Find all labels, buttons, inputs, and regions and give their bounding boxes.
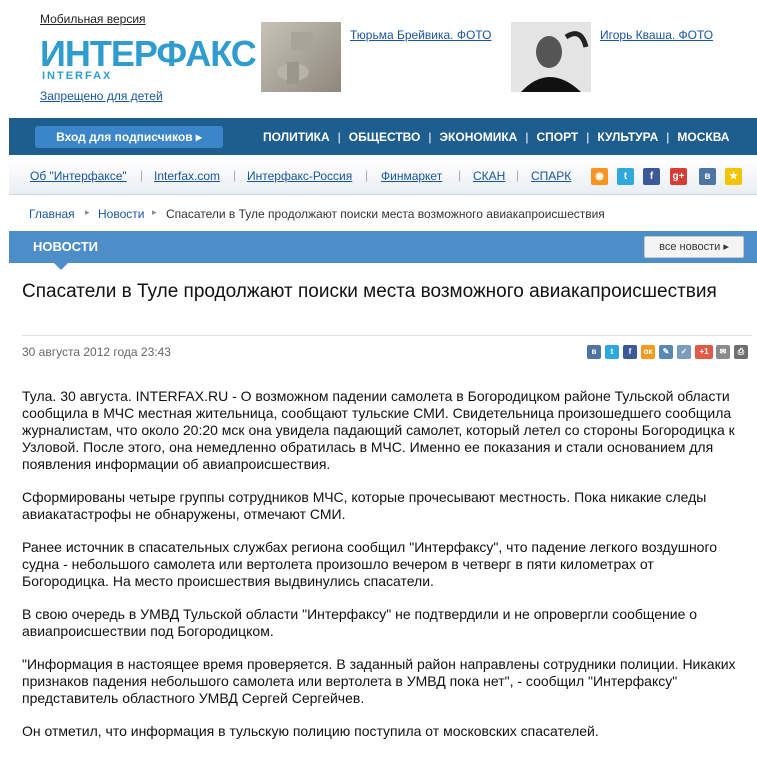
article-paragraph: В свою очередь в УМВД Тульской области "… xyxy=(22,606,698,639)
section-title: НОВОСТИ xyxy=(33,239,99,254)
article-date: 30 августа 2012 года 23:43 xyxy=(22,345,171,359)
teaser-image-breivik-prison[interactable] xyxy=(261,22,341,92)
nav-item-culture[interactable]: КУЛЬТУРА xyxy=(589,130,666,144)
teaser-image-kvasha[interactable] xyxy=(511,22,591,92)
partner-links-bar: Об "Интерфаксе" | Interfax.com | Интерфа… xyxy=(9,160,757,195)
twitter-share-icon[interactable]: t xyxy=(605,345,619,359)
link-skan[interactable]: СКАН xyxy=(473,169,505,183)
section-pointer xyxy=(54,263,68,270)
chevron-right-icon: ▸ xyxy=(85,207,90,217)
facebook-share-icon[interactable]: f xyxy=(623,345,637,359)
breadcrumb-news[interactable]: Новости xyxy=(98,207,144,221)
vk-share-icon[interactable]: в xyxy=(587,345,601,359)
link-spark[interactable]: СПАРК xyxy=(531,169,571,183)
adult-notice-link[interactable]: Запрещено для детей xyxy=(40,89,163,103)
link-finmarket[interactable]: Финмаркет xyxy=(381,169,442,183)
breadcrumb-current: Спасатели в Туле продолжают поиски места… xyxy=(166,207,605,221)
article-paragraph: Сформированы четыре группы сотрудников М… xyxy=(22,489,707,522)
livejournal-share-icon[interactable]: ✎ xyxy=(659,345,673,359)
interfax-logo[interactable]: ИНТЕРФАКС INTERFAX xyxy=(40,34,257,84)
link-interfax-com[interactable]: Interfax.com xyxy=(154,169,220,183)
email-icon[interactable]: ✉ xyxy=(716,345,730,359)
nav-items: ПОЛИТИКА | ОБЩЕСТВО | ЭКОНОМИКА | СПОРТ … xyxy=(255,118,737,155)
google-plusone-icon[interactable]: +1 xyxy=(695,345,713,359)
link-separator: | xyxy=(140,168,144,182)
link-separator: | xyxy=(516,168,520,182)
link-about-interfax[interactable]: Об "Интерфаксе" xyxy=(30,169,127,183)
link-separator: | xyxy=(365,168,369,182)
bookmark-share-icon[interactable]: ✓ xyxy=(677,345,691,359)
nav-item-economy[interactable]: ЭКОНОМИКА xyxy=(432,130,526,144)
twitter-icon[interactable]: t xyxy=(617,168,634,185)
chevron-right-icon: ▸ xyxy=(152,207,157,217)
nav-item-sport[interactable]: СПОРТ xyxy=(528,130,586,144)
article-paragraph: Он отметил, что информация в тульскую по… xyxy=(22,723,599,739)
link-separator: | xyxy=(233,168,237,182)
odnoklassniki-share-icon[interactable]: ок xyxy=(641,345,655,359)
mobile-version-link[interactable]: Мобильная версия xyxy=(40,12,146,26)
article-headline: Спасатели в Туле продолжают поиски места… xyxy=(22,281,717,302)
nav-item-moscow[interactable]: МОСКВА xyxy=(669,130,737,144)
article-body: Тула. 30 августа. INTERFAX.RU - О возмож… xyxy=(22,388,742,756)
news-section-header: НОВОСТИ все новости ▸ xyxy=(9,231,757,270)
logo-main-text: ИНТЕРФАКС xyxy=(40,33,257,74)
breadcrumb-home[interactable]: Главная xyxy=(29,207,75,221)
portrait-image xyxy=(511,22,591,92)
article-paragraph: Ранее источник в спасательных службах ре… xyxy=(22,539,718,589)
facebook-icon[interactable]: f xyxy=(643,168,660,185)
divider xyxy=(22,335,752,336)
teaser-link-breivik[interactable]: Тюрьма Брейвика. ФОТО xyxy=(350,28,491,42)
print-icon[interactable]: ⎙ xyxy=(734,345,748,359)
nav-item-politics[interactable]: ПОЛИТИКА xyxy=(255,130,338,144)
link-separator: | xyxy=(458,168,462,182)
favorite-star-icon[interactable]: ★ xyxy=(725,168,742,185)
link-interfax-russia[interactable]: Интерфакс-Россия xyxy=(247,169,352,183)
teaser-link-kvasha[interactable]: Игорь Кваша. ФОТО xyxy=(600,28,713,42)
article-paragraph: "Информация в настоящее время проверяетс… xyxy=(22,656,736,706)
main-navigation: Вход для подписчиков ▸ ПОЛИТИКА | ОБЩЕСТ… xyxy=(9,118,757,155)
logo-sub-text: INTERFAX xyxy=(42,70,113,82)
subscriber-login-button[interactable]: Вход для подписчиков ▸ xyxy=(35,126,223,148)
article-paragraph: Тула. 30 августа. INTERFAX.RU - О возмож… xyxy=(22,388,735,472)
google-plus-icon[interactable]: g+ xyxy=(670,168,687,185)
all-news-button[interactable]: все новости ▸ xyxy=(644,236,744,258)
rss-icon[interactable]: ◉ xyxy=(591,168,608,185)
nav-item-society[interactable]: ОБЩЕСТВО xyxy=(341,130,429,144)
vkontakte-icon[interactable]: в xyxy=(699,168,716,185)
prison-toilet-image xyxy=(277,32,313,84)
